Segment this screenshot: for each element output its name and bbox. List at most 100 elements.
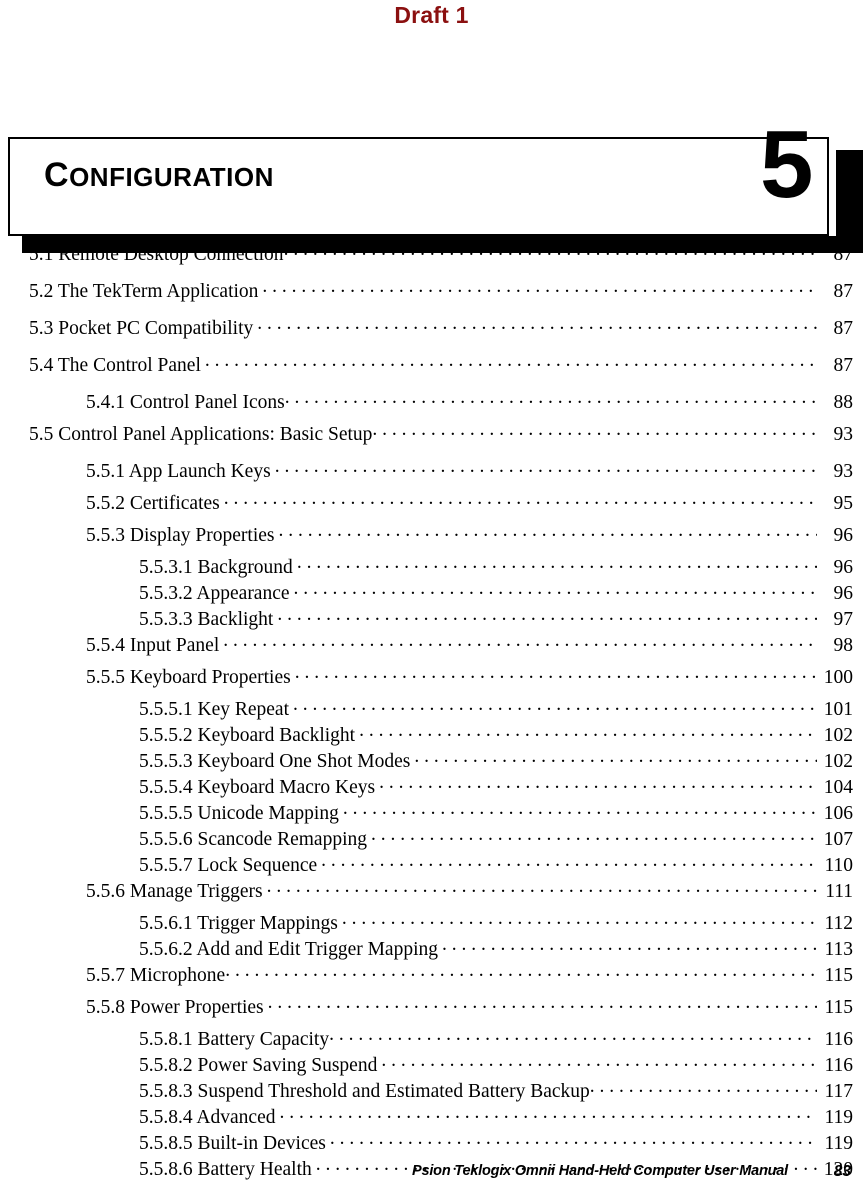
chapter-number: 5 [760,111,814,218]
toc-entry[interactable]: 5.5.5.2 Keyboard Backlight 102 [29,721,853,745]
toc-entry-label: 5.5.3.1 Background [139,556,293,578]
toc-entry[interactable]: 5.5.5.3 Keyboard One Shot Modes 102 [29,747,853,771]
toc-entry-page-number: 119 [824,1106,853,1128]
toc-entry-label: 5.5.6.1 Trigger Mappings [139,912,338,934]
toc-dot-leader [321,851,817,871]
toc-dot-leader [205,351,817,371]
toc-entry-page-number: 93 [833,423,854,445]
toc-entry-page-number: 111 [825,880,853,902]
toc-entry[interactable]: 5.5 Control Panel Applications: Basic Se… [29,420,853,444]
toc-dot-leader [225,961,817,981]
toc-entry-page-number: 93 [833,460,854,482]
toc-dot-leader [379,773,817,793]
toc-entry-page-number: 96 [833,556,854,578]
toc-entry[interactable]: 5.5.3.2 Appearance 96 [29,579,853,603]
toc-entry-label: 5.5.5.3 Keyboard One Shot Modes [139,750,411,772]
toc-entry-label: 5.3 Pocket PC Compatibility [29,317,254,339]
toc-entry-label: 5.5.5.5 Unicode Mapping [139,802,339,824]
chapter-title-smallcaps: ONFIGURATION [69,162,274,192]
toc-entry[interactable]: 5.5.8.5 Built-in Devices 119 [29,1129,853,1153]
toc-entry[interactable]: 5.4.1 Control Panel Icons 88 [29,388,853,412]
toc-dot-leader [293,695,817,715]
chapter-box-shadow-right [836,150,863,253]
toc-dot-leader [590,1077,817,1097]
toc-entry-page-number: 87 [833,280,854,302]
toc-entry[interactable]: 5.5.3.1 Background 96 [29,553,853,577]
toc-entry-label: 5.1 Remote Desktop Connection [29,243,284,265]
toc-entry-page-number: 116 [824,1028,853,1050]
toc-entry[interactable]: 5.5.8.4 Advanced 119 [29,1103,853,1127]
chapter-title-initial: C [44,156,70,194]
toc-dot-leader [275,457,817,477]
toc-entry[interactable]: 5.5.6 Manage Triggers 111 [29,877,853,901]
toc-entry-label: 5.5.1 App Launch Keys [86,460,271,482]
table-of-contents: 5.1 Remote Desktop Connection875.2 The T… [29,240,853,1181]
toc-entry-page-number: 98 [833,634,854,656]
toc-entry[interactable]: 5.1 Remote Desktop Connection 87 [29,240,853,264]
toc-dot-leader [285,388,817,408]
toc-entry-label: 5.5.3.3 Backlight [139,608,274,630]
toc-entry-label: 5.5.5 Keyboard Properties [86,666,291,688]
toc-dot-leader [268,993,817,1013]
toc-entry-page-number: 88 [833,391,854,413]
toc-entry-label: 5.5.8 Power Properties [86,996,264,1018]
toc-entry-page-number: 96 [833,524,854,546]
toc-dot-leader [329,1025,817,1045]
chapter-header: CONFIGURATION 5 [0,60,863,253]
toc-entry-label: 5.5.8.2 Power Saving Suspend [139,1054,378,1076]
toc-entry-page-number: 115 [824,964,853,986]
toc-entry[interactable]: 5.5.4 Input Panel 98 [29,631,853,655]
toc-entry[interactable]: 5.5.8.3 Suspend Threshold and Estimated … [29,1077,853,1101]
toc-entry-page-number: 107 [823,828,853,850]
toc-entry[interactable]: 5.5.7 Microphone 115 [29,961,853,985]
toc-entry-page-number: 104 [823,776,853,798]
toc-entry-label: 5.5.8.5 Built-in Devices [139,1132,326,1154]
toc-entry[interactable]: 5.5.5 Keyboard Properties 100 [29,663,853,687]
toc-entry-label: 5.5 Control Panel Applications: Basic Se… [29,423,373,445]
toc-entry-page-number: 110 [824,854,853,876]
toc-entry[interactable]: 5.5.3.3 Backlight 97 [29,605,853,629]
toc-dot-leader [342,909,817,929]
toc-dot-leader [381,1051,817,1071]
page-footer: Psion Teklogix Omnii Hand-Held Computer … [0,1163,863,1189]
toc-dot-leader [257,314,817,334]
toc-entry-page-number: 101 [823,698,853,720]
toc-dot-leader [224,489,817,509]
toc-entry[interactable]: 5.5.6.2 Add and Edit Trigger Mapping 113 [29,935,853,959]
toc-entry-label: 5.5.6 Manage Triggers [86,880,263,902]
toc-entry-label: 5.5.8.4 Advanced [139,1106,276,1128]
toc-entry-label: 5.4.1 Control Panel Icons [86,391,285,413]
toc-entry[interactable]: 5.5.3 Display Properties 96 [29,521,853,545]
toc-entry[interactable]: 5.5.8.2 Power Saving Suspend 116 [29,1051,853,1075]
toc-entry[interactable]: 5.5.5.7 Lock Sequence 110 [29,851,853,875]
toc-entry[interactable]: 5.5.5.6 Scancode Remapping 107 [29,825,853,849]
toc-entry-label: 5.5.5.2 Keyboard Backlight [139,724,356,746]
toc-entry-label: 5.4 The Control Panel [29,354,201,376]
toc-entry[interactable]: 5.5.6.1 Trigger Mappings 112 [29,909,853,933]
toc-dot-leader [262,277,817,297]
toc-entry[interactable]: 5.4 The Control Panel 87 [29,351,853,375]
toc-entry-label: 5.5.7 Microphone [86,964,226,986]
toc-entry-label: 5.5.8.3 Suspend Threshold and Estimated … [139,1080,590,1102]
toc-dot-leader [294,579,817,599]
toc-entry[interactable]: 5.5.5.4 Keyboard Macro Keys 104 [29,773,853,797]
toc-entry-page-number: 95 [833,492,854,514]
toc-entry[interactable]: 5.3 Pocket PC Compatibility 87 [29,314,853,338]
toc-entry-label: 5.5.3.2 Appearance [139,582,290,604]
toc-dot-leader [330,1129,817,1149]
toc-entry-label: 5.2 The TekTerm Application [29,280,259,302]
toc-entry[interactable]: 5.5.8 Power Properties 115 [29,993,853,1017]
toc-entry-label: 5.5.2 Certificates [86,492,220,514]
toc-entry-label: 5.5.5.1 Key Repeat [139,698,290,720]
toc-entry-page-number: 96 [833,582,854,604]
toc-entry-page-number: 87 [833,243,854,265]
toc-entry[interactable]: 5.5.5.5 Unicode Mapping 106 [29,799,853,823]
toc-entry-page-number: 112 [824,912,853,934]
toc-entry[interactable]: 5.5.5.1 Key Repeat 101 [29,695,853,719]
toc-entry-label: 5.5.3 Display Properties [86,524,275,546]
toc-entry[interactable]: 5.2 The TekTerm Application 87 [29,277,853,301]
toc-entry[interactable]: 5.5.8.1 Battery Capacity 116 [29,1025,853,1049]
toc-entry[interactable]: 5.5.1 App Launch Keys 93 [29,457,853,481]
toc-entry-page-number: 100 [823,666,853,688]
toc-entry[interactable]: 5.5.2 Certificates 95 [29,489,853,513]
